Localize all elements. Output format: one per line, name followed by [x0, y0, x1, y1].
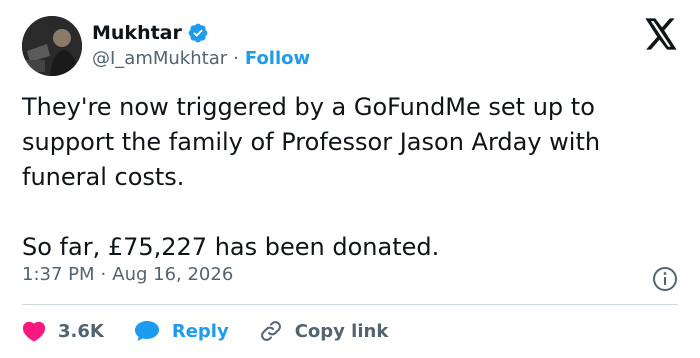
divider: [22, 304, 678, 305]
reply-button[interactable]: Reply: [134, 320, 229, 342]
verified-badge-icon: [188, 23, 208, 43]
tweet-actions: 3.6K Reply Copy link: [22, 316, 418, 346]
separator-dot: ·: [233, 48, 239, 69]
like-count: 3.6K: [58, 320, 104, 342]
heart-icon: [22, 321, 46, 342]
tweet-date[interactable]: Aug 16, 2026: [112, 264, 233, 285]
author-handle[interactable]: @I_amMukhtar: [92, 48, 227, 69]
separator-dot: ·: [100, 264, 107, 285]
tweet-text: They're now triggered by a GoFundMe set …: [22, 93, 601, 261]
reply-label: Reply: [171, 320, 229, 342]
reply-bubble-icon: [134, 321, 159, 341]
copy-link-button[interactable]: Copy link: [259, 319, 389, 343]
author-handle-row: @I_amMukhtar · Follow: [92, 48, 310, 69]
tweet-card: Mukhtar @I_amMukhtar · Follow They're no…: [0, 0, 700, 358]
follow-button[interactable]: Follow: [245, 48, 310, 69]
info-icon[interactable]: [652, 266, 678, 292]
tweet-timestamp[interactable]: 1:37 PM · Aug 16, 2026: [22, 264, 233, 285]
author-name-row: Mukhtar: [92, 20, 209, 46]
link-icon: [260, 321, 281, 341]
x-logo-icon[interactable]: [644, 18, 678, 50]
like-button[interactable]: 3.6K: [22, 320, 104, 342]
tweet-time[interactable]: 1:37 PM: [22, 264, 95, 285]
author-name[interactable]: Mukhtar: [92, 22, 182, 44]
avatar[interactable]: [22, 16, 82, 76]
copy-link-label: Copy link: [294, 320, 389, 342]
